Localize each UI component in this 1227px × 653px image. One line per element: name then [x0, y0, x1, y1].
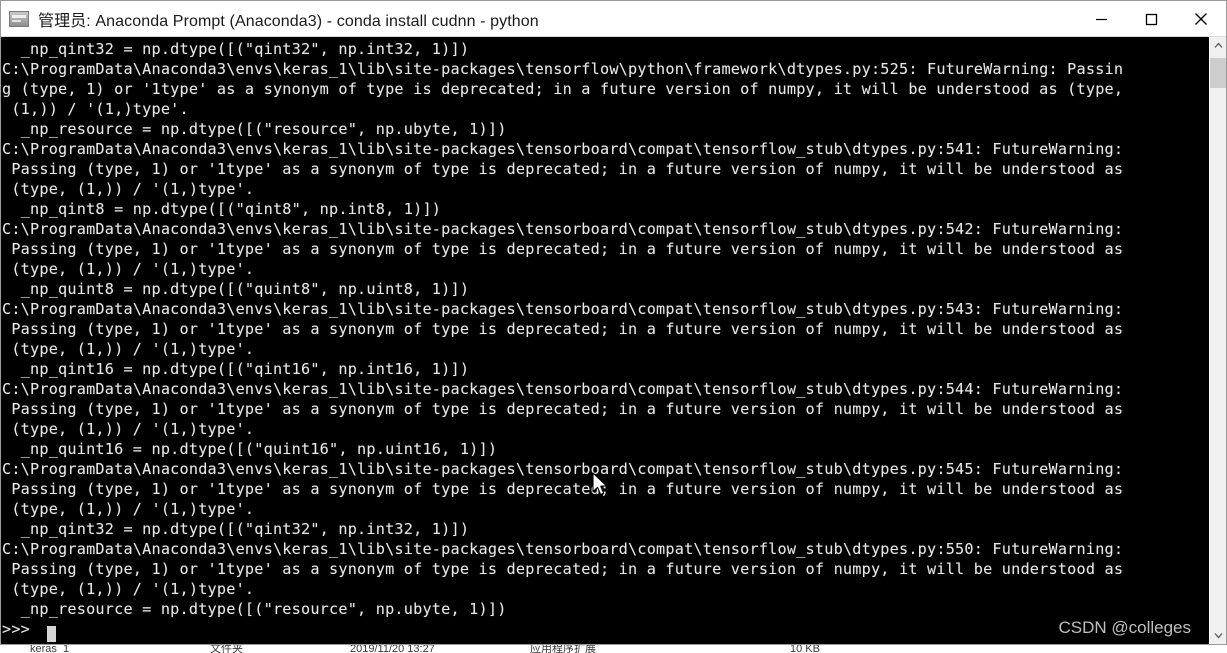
- scroll-down-icon: [1214, 633, 1223, 639]
- console-line: Passing (type, 1) or '1type' as a synony…: [2, 560, 1124, 578]
- console-line: C:\ProgramData\Anaconda3\envs\keras_1\li…: [2, 300, 1124, 318]
- console-line: _np_qint32 = np.dtype([("qint32", np.int…: [2, 520, 470, 538]
- console-line: Passing (type, 1) or '1type' as a synony…: [2, 320, 1124, 338]
- maximize-icon: [1145, 13, 1157, 25]
- console-line: (type, (1,)) / '(1,)type'.: [2, 500, 255, 518]
- console-line: C:\ProgramData\Anaconda3\envs\keras_1\li…: [2, 220, 1124, 238]
- console-line: Passing (type, 1) or '1type' as a synony…: [2, 240, 1124, 258]
- console-line: >>>: [2, 620, 31, 638]
- vertical-scrollbar[interactable]: [1209, 37, 1226, 644]
- console-line: (type, (1,)) / '(1,)type'.: [2, 340, 255, 358]
- console-icon: [9, 10, 29, 27]
- scrollbar-track[interactable]: [1210, 54, 1226, 627]
- background-row-cell: keras_1: [30, 645, 70, 653]
- scroll-up-button[interactable]: [1210, 37, 1226, 54]
- text-cursor: [47, 626, 56, 642]
- console-line: Passing (type, 1) or '1type' as a synony…: [2, 480, 1124, 498]
- title-bar[interactable]: 管理员: Anaconda Prompt (Anaconda3) - conda…: [1, 1, 1226, 37]
- console-line: (1,)) / '(1,)type'.: [2, 100, 189, 118]
- console-line: (type, (1,)) / '(1,)type'.: [2, 580, 255, 598]
- scroll-up-icon: [1214, 42, 1223, 48]
- maximize-button[interactable]: [1126, 1, 1176, 37]
- console-line: _np_quint16 = np.dtype([("quint16", np.u…: [2, 440, 498, 458]
- console-line: _np_qint8 = np.dtype([("qint8", np.int8,…: [2, 200, 442, 218]
- console-line: _np_resource = np.dtype([("resource", np…: [2, 120, 507, 138]
- console-line: _np_resource = np.dtype([("resource", np…: [2, 600, 507, 618]
- console-line: C:\ProgramData\Anaconda3\envs\keras_1\li…: [2, 460, 1124, 478]
- close-button[interactable]: [1176, 1, 1226, 37]
- console-line: Passing (type, 1) or '1type' as a synony…: [2, 400, 1124, 418]
- console-line: Passing (type, 1) or '1type' as a synony…: [2, 160, 1124, 178]
- minimize-icon: [1095, 18, 1107, 20]
- background-window-strip: keras_1 文件夹 2019/11/20 13:27 应用程序扩展 10 KB: [0, 645, 1227, 653]
- scroll-down-button[interactable]: [1210, 627, 1226, 644]
- background-row-cell: 文件夹: [210, 645, 243, 653]
- window-title: 管理员: Anaconda Prompt (Anaconda3) - conda…: [38, 12, 539, 30]
- background-row-cell: 10 KB: [790, 645, 820, 653]
- scrollbar-thumb[interactable]: [1210, 58, 1226, 88]
- minimize-button[interactable]: [1076, 1, 1126, 37]
- console-line: C:\ProgramData\Anaconda3\envs\keras_1\li…: [2, 380, 1124, 398]
- console-window: 管理员: Anaconda Prompt (Anaconda3) - conda…: [0, 0, 1227, 645]
- console-line: C:\ProgramData\Anaconda3\envs\keras_1\li…: [2, 140, 1124, 158]
- console-line: C:\ProgramData\Anaconda3\envs\keras_1\li…: [2, 540, 1124, 558]
- console-line: (type, (1,)) / '(1,)type'.: [2, 420, 255, 438]
- console-line: g (type, 1) or '1type' as a synonym of t…: [2, 80, 1124, 98]
- console-line: (type, (1,)) / '(1,)type'.: [2, 180, 255, 198]
- console-line: (type, (1,)) / '(1,)type'.: [2, 260, 255, 278]
- close-icon: [1195, 13, 1207, 25]
- window-controls: [1076, 1, 1226, 37]
- console-output[interactable]: _np_qint32 = np.dtype([("qint32", np.int…: [1, 37, 1209, 644]
- console-line: _np_qint16 = np.dtype([("qint16", np.int…: [2, 360, 470, 378]
- console-line: C:\ProgramData\Anaconda3\envs\keras_1\li…: [2, 60, 1124, 78]
- console-body[interactable]: _np_qint32 = np.dtype([("qint32", np.int…: [1, 37, 1226, 644]
- background-row-cell: 2019/11/20 13:27: [350, 645, 435, 653]
- console-line: _np_quint8 = np.dtype([("quint8", np.uin…: [2, 280, 470, 298]
- background-row-cell: 应用程序扩展: [530, 645, 596, 653]
- console-line: _np_qint32 = np.dtype([("qint32", np.int…: [2, 40, 470, 58]
